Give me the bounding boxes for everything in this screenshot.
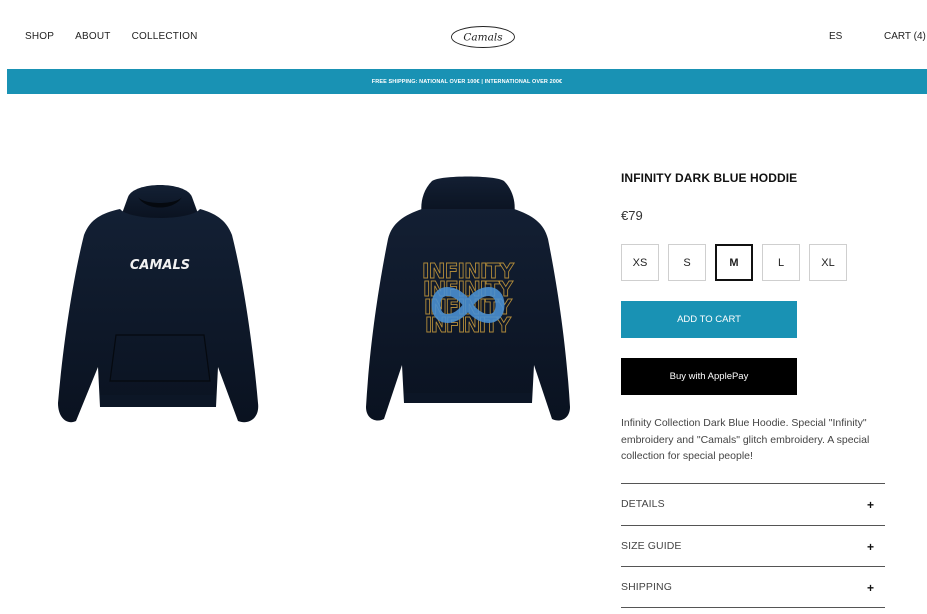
- product-image-front[interactable]: CAMALS: [50, 175, 270, 435]
- product-title: INFINITY DARK BLUE HODDIE: [621, 171, 798, 185]
- size-option-l[interactable]: L: [762, 244, 800, 281]
- accordion-size-guide[interactable]: SIZE GUIDE +: [621, 524, 885, 567]
- accordion-size-guide-label: SIZE GUIDE: [621, 539, 682, 552]
- nav-collection[interactable]: COLLECTION: [132, 31, 198, 42]
- size-option-s[interactable]: S: [668, 244, 706, 281]
- plus-icon: +: [866, 580, 874, 595]
- front-print-text: CAMALS: [130, 258, 190, 273]
- shipping-banner: FREE SHIPPING: NATIONAL OVER 100€ | INTE…: [7, 69, 927, 94]
- shipping-banner-text: FREE SHIPPING: NATIONAL OVER 100€ | INTE…: [371, 78, 563, 85]
- plus-icon: +: [866, 498, 874, 513]
- add-to-cart-button[interactable]: ADD TO CART: [621, 301, 797, 338]
- language-switch[interactable]: ES: [829, 31, 842, 42]
- size-option-xs[interactable]: XS: [621, 244, 659, 281]
- size-option-xl[interactable]: XL: [809, 244, 847, 281]
- product-description: Infinity Collection Dark Blue Hoodie. Sp…: [621, 417, 870, 462]
- accordion-details[interactable]: DETAILS +: [621, 483, 885, 525]
- accordion-details-label: DETAILS: [621, 498, 665, 511]
- cart-link[interactable]: CART (4): [884, 31, 926, 42]
- size-selector: XS S M L XL: [621, 244, 847, 281]
- product-price: €79: [621, 208, 643, 223]
- accordion-shipping[interactable]: SHIPPING +: [621, 566, 885, 608]
- camals-logo[interactable]: Camals: [450, 24, 516, 50]
- nav-shop[interactable]: SHOP: [25, 31, 54, 42]
- product-accordion: DETAILS + SIZE GUIDE + SHIPPING +: [621, 483, 885, 608]
- size-option-m[interactable]: M: [715, 244, 753, 281]
- product-image-back[interactable]: INFINITY INFINITY INFINITY INFINITY: [358, 175, 578, 425]
- plus-icon: +: [866, 539, 874, 554]
- site-header: SHOP ABOUT COLLECTION Camals ES CART (4): [0, 0, 927, 68]
- logo-text: Camals: [463, 32, 503, 44]
- apple-pay-button[interactable]: Buy with ApplePay: [621, 358, 797, 395]
- main-nav: SHOP ABOUT COLLECTION: [25, 31, 219, 42]
- nav-about[interactable]: ABOUT: [75, 31, 110, 42]
- accordion-shipping-label: SHIPPING: [621, 580, 672, 593]
